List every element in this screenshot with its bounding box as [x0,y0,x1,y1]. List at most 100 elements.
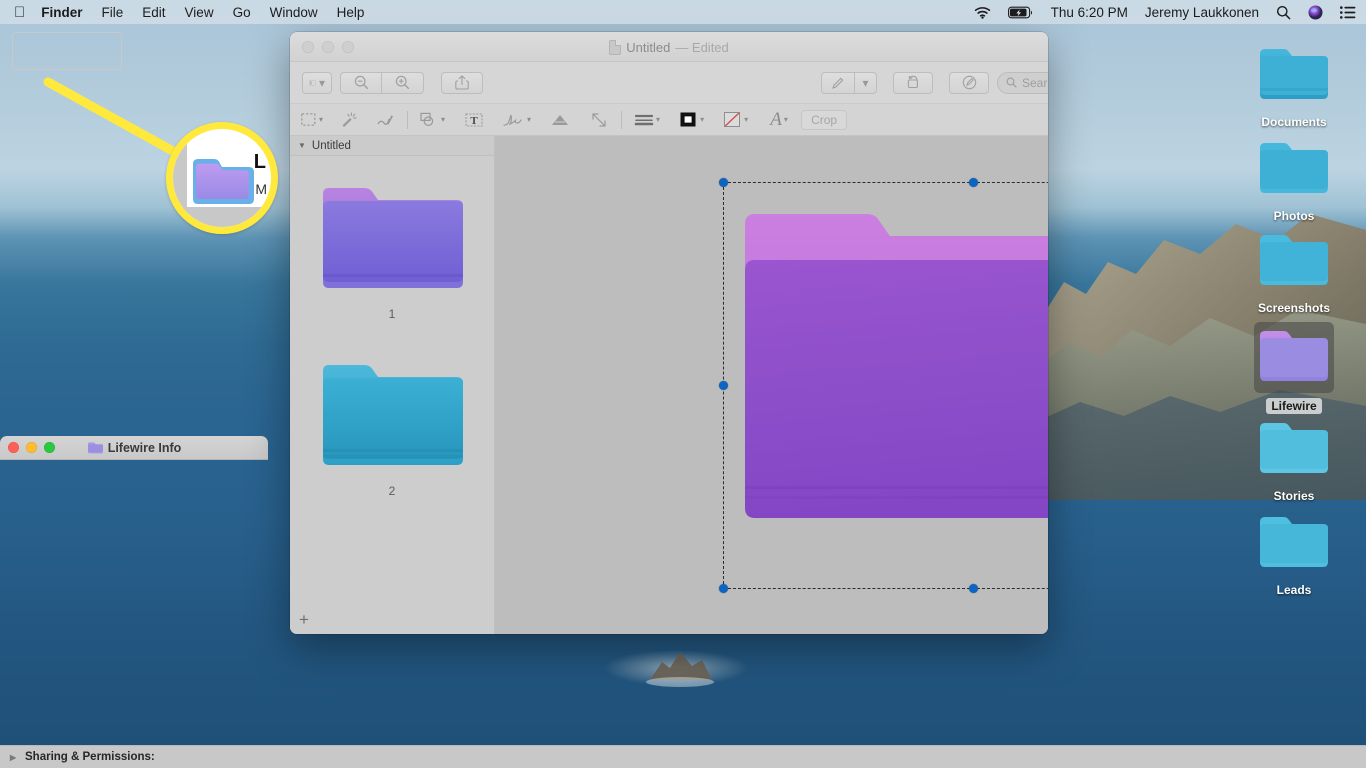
text-tool-button[interactable]: T [461,107,487,133]
window-controls[interactable] [8,442,55,453]
folder-icon [1256,42,1332,109]
desktop-icon-leads[interactable]: Leads [1246,510,1342,598]
adjust-size-button[interactable] [586,107,612,133]
close-button[interactable] [302,41,314,53]
callout-contents: L M [173,129,271,227]
preview-titlebar[interactable]: Untitled — Edited [290,32,1048,62]
rotate-button[interactable] [893,72,933,94]
resize-handle-s[interactable] [969,584,978,593]
menu-item-go[interactable]: Go [233,5,251,20]
islet-wallpaper-detail [640,640,720,688]
menu-item-file[interactable]: File [102,5,124,20]
resize-handle-sw[interactable] [719,584,728,593]
resize-handle-n[interactable] [969,178,978,187]
preview-window[interactable]: Untitled — Edited ▾ ▾ [290,32,1048,634]
battery-charging-icon[interactable] [1008,6,1034,19]
folder-icon [87,441,103,454]
sidebar-view-button[interactable]: ▾ [302,72,332,94]
close-button[interactable] [8,442,19,453]
crop-button[interactable]: Crop [801,110,847,130]
adjust-size-icon [591,112,607,128]
desktop-icon-photos[interactable]: Photos [1246,136,1342,224]
share-button[interactable] [441,72,483,94]
desktop-icon-lifewire[interactable]: Lifewire [1246,322,1342,414]
zoom-out-button[interactable] [340,72,382,94]
preview-edited-state: — Edited [675,40,728,55]
sidebar-section-header[interactable]: ▼ Untitled [290,136,494,156]
border-color-button[interactable]: ▾ [676,107,707,133]
preview-canvas[interactable] [495,136,1048,634]
signature-icon [503,112,525,128]
info-titlebar[interactable]: Lifewire Info [0,436,268,460]
menu-item-edit[interactable]: Edit [142,5,165,20]
search-field[interactable]: Search [997,72,1048,94]
instant-alpha-button[interactable] [335,107,361,133]
desktop-icon-label: Screenshots [1253,300,1335,316]
resize-handle-w[interactable] [719,381,728,390]
sketch-tool-button[interactable] [372,107,398,133]
svg-text:T: T [470,115,478,127]
sidebar-page-thumbnail-2[interactable]: 2 [290,321,494,498]
minimize-button[interactable] [26,442,37,453]
selection-marquee[interactable] [723,182,1048,589]
menu-bar-clock[interactable]: Thu 6:20 PM [1051,5,1128,20]
folder-icon [1256,228,1332,295]
border-color-icon [679,111,698,128]
section-sharing-permissions[interactable]: ▶ Sharing & Permissions: [0,745,268,768]
menu-bar-user-name[interactable]: Jeremy Laukkonen [1145,5,1259,20]
text-style-button[interactable]: A ▾ [766,107,792,133]
menu-item-window[interactable]: Window [270,5,318,20]
apple-logo-icon[interactable]:  [14,5,25,20]
siri-icon[interactable] [1308,5,1323,20]
preview-sidebar[interactable]: ▼ Untitled 1 [290,136,495,634]
callout-bg-bottom [173,207,271,227]
desktop-icon-documents[interactable]: Documents [1246,42,1342,130]
preview-toolbar: ▾ ▾ Search [290,62,1048,104]
sidebar-header-label: Untitled [312,140,351,152]
markup-options-button[interactable]: ▾ [855,72,877,94]
minimize-button[interactable] [322,41,334,53]
markup-toolbar: ▾ ▾ T ▾ ▾ ▾ [290,104,1048,136]
info-title-label: Lifewire Info [108,441,182,455]
toolbar-divider [621,111,622,129]
wifi-icon[interactable] [974,6,991,19]
menu-item-view[interactable]: View [185,5,214,20]
chevron-down-icon: ▾ [744,115,748,124]
shape-style-button[interactable]: ▾ [631,107,663,133]
fill-color-button[interactable]: ▾ [720,107,751,133]
add-page-icon[interactable]: + [299,611,309,628]
desktop-icon-stories[interactable]: Stories [1246,416,1342,504]
desktop-icon-label: Stories [1269,488,1320,504]
desktop-icon-screenshots[interactable]: Screenshots [1246,228,1342,316]
control-center-icon[interactable] [1340,6,1356,19]
folder-icon [1256,416,1332,483]
menu-item-help[interactable]: Help [337,5,365,20]
spotlight-search-icon[interactable] [1276,5,1291,20]
zoom-in-button[interactable] [382,72,424,94]
search-icon [1006,77,1017,88]
zoom-out-icon [354,75,369,90]
adjust-color-button[interactable] [547,107,573,133]
resize-handle-nw[interactable] [719,178,728,187]
shapes-tool-button[interactable]: ▾ [417,107,448,133]
window-controls[interactable] [302,41,354,53]
maximize-button[interactable] [342,41,354,53]
markup-toggle-button[interactable] [821,72,855,94]
document-icon [609,40,621,55]
sidebar-page-thumbnail-1[interactable]: 1 [290,156,494,321]
chevron-down-icon: ▾ [319,76,325,90]
adjust-color-icon [550,113,570,127]
menu-item-finder[interactable]: Finder [41,5,82,20]
font-letter-a: A [770,110,782,129]
chevron-down-icon: ▾ [862,76,868,90]
page-number-label: 1 [389,307,396,321]
chevron-right-icon: ▶ [10,753,19,762]
page-number-label: 2 [389,484,396,498]
selection-tool-button[interactable]: ▾ [298,107,326,133]
sign-tool-button[interactable]: ▾ [500,107,534,133]
rotate-left-icon [906,75,921,90]
maximize-button[interactable] [44,442,55,453]
chevron-down-icon: ▼ [298,141,306,150]
annotate-button[interactable] [949,72,989,94]
chevron-down-icon: ▾ [527,115,531,124]
